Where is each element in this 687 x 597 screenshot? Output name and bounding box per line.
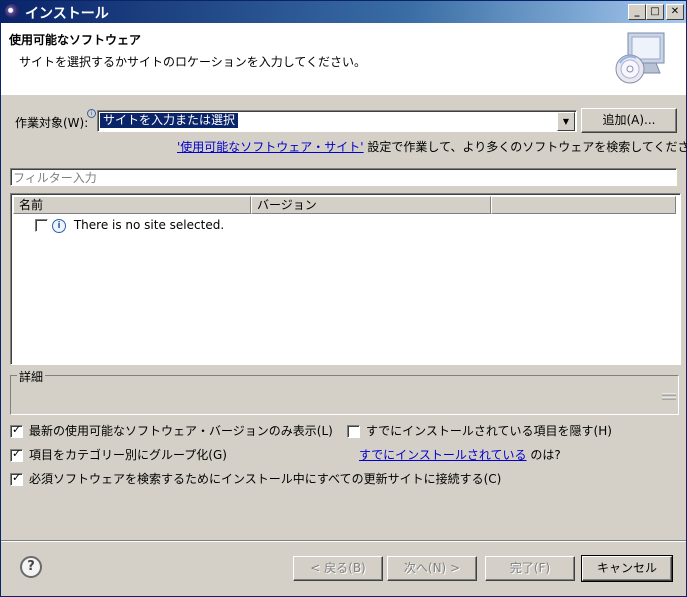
option-latest-only[interactable]: 最新の使用可能なソフトウェア・バージョンのみ表示(L) <box>10 422 333 439</box>
details-group: 詳細 <box>10 368 679 415</box>
row-label: There is no site selected. <box>73 218 225 232</box>
details-resize-grip-icon[interactable] <box>661 391 677 403</box>
page-title: 使用可能なソフトウェア <box>9 33 142 47</box>
details-label: 詳細 <box>17 368 46 385</box>
finish-button[interactable]: 完了(F) <box>485 556 575 581</box>
option-contact-all-sites[interactable]: 必須ソフトウェアを検索するためにインストール中にすべての更新サイトに接続する(C… <box>10 470 501 487</box>
already-installed-hint: すでにインストールされている のは? <box>359 446 561 463</box>
eclipse-app-icon <box>5 4 19 18</box>
tree-row[interactable]: i There is no site selected. <box>35 218 224 234</box>
hide-installed-checkbox[interactable] <box>347 425 360 438</box>
available-sites-link[interactable]: '使用可能なソフトウェア・サイト' <box>177 140 364 154</box>
contact-all-sites-label[interactable]: 必須ソフトウェアを検索するためにインストール中にすべての更新サイトに接続する(C… <box>29 472 501 486</box>
contact-all-sites-checkbox[interactable] <box>10 471 23 486</box>
work-with-label: 作業対象(W): <box>15 116 89 130</box>
work-with-combo[interactable]: サイトを入力または選択 ▼ <box>97 110 577 132</box>
group-by-category-checkbox[interactable] <box>10 447 23 462</box>
window-title: インストール <box>25 6 109 22</box>
row-checkbox[interactable] <box>35 219 48 232</box>
available-sites-hint: '使用可能なソフトウェア・サイト' 設定で作業して、より多くのソフトウェアを検索… <box>177 138 687 155</box>
cancel-button[interactable]: キャンセル <box>581 555 673 582</box>
filter-input[interactable]: フィルター入力 <box>10 168 677 186</box>
header-separator <box>1 94 686 97</box>
close-button[interactable]: ✕ <box>666 4 684 20</box>
column-header-extra[interactable] <box>491 196 676 214</box>
add-site-button[interactable]: 追加(A)... <box>581 108 677 133</box>
maximize-button[interactable]: □ <box>646 4 664 20</box>
software-tree[interactable]: 名前 バージョン i There is no site selected. <box>10 193 681 365</box>
next-button[interactable]: 次へ(N) > <box>387 556 477 581</box>
column-header-name[interactable]: 名前 <box>13 196 251 214</box>
help-icon[interactable]: ? <box>20 556 42 578</box>
hide-installed-label[interactable]: すでにインストールされている項目を隠す(H) <box>366 424 612 438</box>
title-bar[interactable]: インストール _ □ ✕ <box>1 1 686 23</box>
dropdown-arrow-icon[interactable]: ▼ <box>557 112 575 131</box>
already-installed-suffix: のは? <box>526 448 561 462</box>
install-banner-icon <box>615 32 665 84</box>
back-button[interactable]: < 戻る(B) <box>293 556 383 581</box>
work-with-value[interactable]: サイトを入力または選択 <box>98 112 240 129</box>
already-installed-link[interactable]: すでにインストールされている <box>359 448 527 462</box>
info-decoration-icon: i <box>87 109 96 118</box>
info-icon: i <box>52 218 66 233</box>
latest-only-checkbox[interactable] <box>10 423 23 438</box>
option-hide-installed[interactable]: すでにインストールされている項目を隠す(H) <box>347 422 612 439</box>
minimize-button[interactable]: _ <box>628 4 646 20</box>
latest-only-label[interactable]: 最新の使用可能なソフトウェア・バージョンのみ表示(L) <box>29 424 333 438</box>
install-dialog: インストール _ □ ✕ 使用可能なソフトウェア サイトを選択するかサイトのロケ… <box>0 0 687 597</box>
wizard-header: 使用可能なソフトウェア サイトを選択するかサイトのロケーションを入力してください… <box>1 23 686 95</box>
page-description: サイトを選択するかサイトのロケーションを入力してください。 <box>19 55 367 69</box>
column-header-version[interactable]: バージョン <box>251 196 491 214</box>
available-sites-hint-text: 設定で作業して、より多くのソフトウェアを検索してください。 <box>363 140 687 154</box>
footer-separator <box>1 540 686 542</box>
group-by-category-label[interactable]: 項目をカテゴリー別にグループ化(G) <box>29 448 227 462</box>
option-group-by-category[interactable]: 項目をカテゴリー別にグループ化(G) <box>10 446 227 463</box>
